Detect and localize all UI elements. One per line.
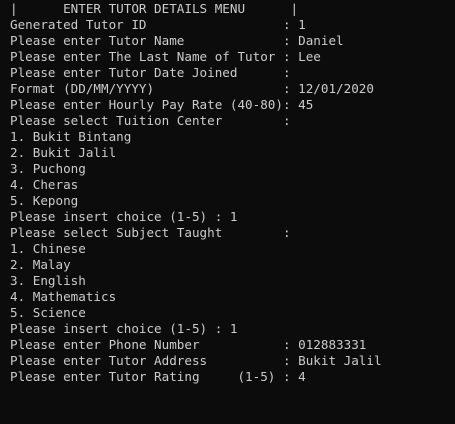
tutor-id-line: Generated Tutor ID : 1 — [10, 17, 306, 32]
tuition-center-option: 2. Bukit Jalil — [10, 145, 117, 160]
console-output: | ENTER TUTOR DETAILS MENU | Generated T… — [10, 1, 382, 385]
tuition-center-option: 4. Cheras — [10, 177, 79, 192]
date-joined-prompt-line: Please enter Tutor Date Joined : — [10, 65, 291, 80]
menu-header-line: | ENTER TUTOR DETAILS MENU | — [10, 1, 299, 16]
subject-option: 5. Science — [10, 305, 86, 320]
tutor-rating-line: Please enter Tutor Rating (1-5) : 4 — [10, 369, 306, 384]
subject-choice-line: Please insert choice (1-5) : 1 — [10, 321, 238, 336]
subject-option: 2. Malay — [10, 257, 71, 272]
subject-prompt-line: Please select Subject Taught : — [10, 225, 291, 240]
tutor-last-name-line: Please enter The Last Name of Tutor : Le… — [10, 49, 321, 64]
date-format-line: Format (DD/MM/YYYY) : 12/01/2020 — [10, 81, 374, 96]
subject-option: 1. Chinese — [10, 241, 86, 256]
phone-number-line: Please enter Phone Number : 012883331 — [10, 337, 367, 352]
tutor-name-line: Please enter Tutor Name : Daniel — [10, 33, 344, 48]
console-window[interactable]: | ENTER TUTOR DETAILS MENU | Generated T… — [0, 0, 455, 424]
tuition-center-option: 1. Bukit Bintang — [10, 129, 132, 144]
tuition-center-prompt-line: Please select Tuition Center : — [10, 113, 291, 128]
subject-option: 3. English — [10, 273, 86, 288]
tuition-center-option: 3. Puchong — [10, 161, 86, 176]
tutor-address-line: Please enter Tutor Address : Bukit Jalil — [10, 353, 382, 368]
tuition-center-choice-line: Please insert choice (1-5) : 1 — [10, 209, 238, 224]
hourly-pay-rate-line: Please enter Hourly Pay Rate (40-80): 45 — [10, 97, 314, 112]
tuition-center-option: 5. Kepong — [10, 193, 79, 208]
subject-option: 4. Mathematics — [10, 289, 117, 304]
